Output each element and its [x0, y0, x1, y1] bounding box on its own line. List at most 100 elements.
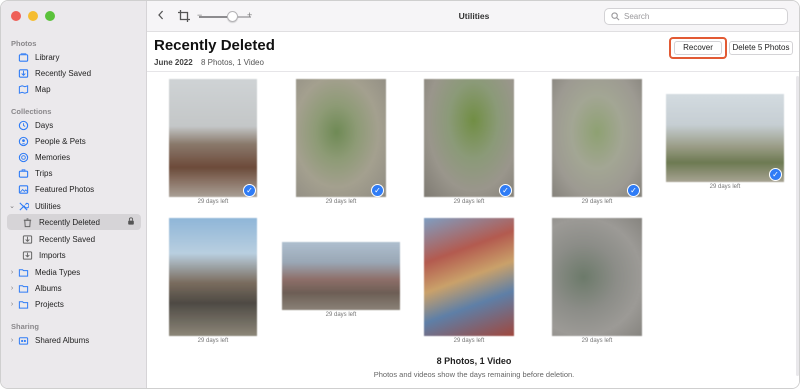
minimize-window-button[interactable] — [28, 11, 38, 21]
shared-albums-icon — [17, 334, 29, 346]
checkmark-icon[interactable]: ✓ — [371, 184, 384, 197]
sidebar-item-trips[interactable]: Trips — [7, 165, 141, 181]
photo-thumbnail — [169, 218, 257, 336]
chevron-right-icon[interactable]: › — [7, 301, 17, 308]
sidebar-item-label: Trips — [35, 168, 53, 178]
photo-tile[interactable]: ✓ 29 days left — [169, 79, 257, 205]
delete-photos-button[interactable]: Delete 5 Photos — [729, 41, 793, 55]
sidebar-item-label: Memories — [35, 152, 71, 162]
checkmark-icon[interactable]: ✓ — [769, 168, 782, 181]
footer-note: Photos and videos show the days remainin… — [373, 370, 575, 379]
imports-icon — [21, 249, 33, 261]
photo-thumbnail — [424, 218, 514, 336]
sidebar-item-label: Featured Photos — [35, 184, 95, 194]
search-input[interactable]: Search — [604, 8, 788, 25]
sidebar-item-albums[interactable]: › Albums — [7, 280, 141, 296]
sidebar-item-days[interactable]: Days — [7, 117, 141, 133]
sidebar-item-featured-photos[interactable]: Featured Photos — [7, 181, 141, 197]
photo-thumbnail — [552, 218, 642, 336]
days-left-label: 29 days left — [709, 184, 741, 190]
main-content: Recently Deleted June 2022 8 Photos, 1 V… — [147, 32, 799, 388]
memories-icon — [17, 151, 29, 163]
subtitle: June 2022 8 Photos, 1 Video — [154, 58, 264, 67]
toolbar: − + Utilities Search — [147, 1, 799, 32]
lock-icon — [127, 217, 135, 227]
days-left-label: 29 days left — [197, 199, 229, 205]
folder-icon — [17, 298, 29, 310]
scrollbar[interactable] — [796, 76, 799, 376]
photo-thumbnail — [169, 79, 257, 197]
days-left-label: 29 days left — [453, 338, 485, 344]
close-window-button[interactable] — [11, 11, 21, 21]
photo-tile[interactable]: ✓ 29 days left — [424, 79, 514, 205]
recover-button[interactable]: Recover — [674, 41, 722, 55]
sidebar-item-imports[interactable]: Imports — [7, 247, 141, 263]
library-icon — [17, 51, 29, 63]
people-icon — [17, 135, 29, 147]
photo-tile[interactable]: 29 days left — [169, 218, 257, 344]
days-left-label: 29 days left — [581, 338, 613, 344]
utilities-icon — [17, 200, 29, 212]
sidebar-item-library[interactable]: Library — [7, 49, 141, 65]
chevron-right-icon[interactable]: › — [7, 337, 17, 344]
chevron-right-icon[interactable]: › — [7, 285, 17, 292]
photo-thumbnail — [296, 79, 386, 197]
checkmark-icon[interactable]: ✓ — [499, 184, 512, 197]
photo-tile[interactable]: ✓ 29 days left — [552, 79, 642, 205]
sidebar-section-photos: Photos — [11, 39, 37, 48]
search-icon — [611, 12, 620, 21]
sidebar-item-shared-albums[interactable]: › Shared Albums — [7, 332, 141, 348]
folder-icon — [17, 282, 29, 294]
sidebar-item-label: Shared Albums — [35, 335, 90, 345]
sidebar-item-label: Library — [35, 52, 60, 62]
photo-tile[interactable]: 29 days left — [282, 242, 400, 322]
sidebar-item-recently-deleted[interactable]: Recently Deleted — [7, 214, 141, 230]
sidebar-item-memories[interactable]: Memories — [7, 149, 141, 165]
header-divider — [147, 71, 799, 72]
sidebar: Photos Library Recently Saved Map Collec… — [1, 1, 147, 388]
sidebar-item-utilities[interactable]: ⌄ Utilities — [7, 198, 141, 214]
sidebar-item-label: Media Types — [35, 267, 81, 277]
photo-thumbnail — [666, 94, 784, 182]
sidebar-item-label: Projects — [35, 299, 64, 309]
photo-tile[interactable]: ✓ 29 days left — [666, 94, 784, 194]
trips-icon — [17, 167, 29, 179]
search-placeholder: Search — [624, 12, 650, 21]
photo-tile[interactable]: ✓ 29 days left — [296, 79, 386, 205]
photo-tile[interactable]: 29 days left — [552, 218, 642, 344]
sidebar-item-recently-saved-util[interactable]: Recently Saved — [7, 231, 141, 247]
window-controls — [11, 11, 55, 21]
sidebar-item-map[interactable]: Map — [7, 81, 141, 97]
photo-thumbnail — [552, 79, 642, 197]
checkmark-icon[interactable]: ✓ — [243, 184, 256, 197]
photos-window: Photos Library Recently Saved Map Collec… — [0, 0, 800, 389]
page-title: Recently Deleted — [154, 37, 275, 54]
item-summary: 8 Photos, 1 Video — [200, 58, 264, 67]
photo-thumbnail — [424, 79, 514, 197]
footer-count: 8 Photos, 1 Video — [436, 356, 512, 366]
featured-photos-icon — [17, 183, 29, 195]
chevron-down-icon[interactable]: ⌄ — [7, 202, 17, 210]
sidebar-item-label: Utilities — [35, 201, 61, 211]
sidebar-item-label: Recently Saved — [39, 234, 96, 244]
map-icon — [17, 83, 29, 95]
folder-icon — [17, 266, 29, 278]
sidebar-item-media-types[interactable]: › Media Types — [7, 264, 141, 280]
sidebar-item-people-pets[interactable]: People & Pets — [7, 133, 141, 149]
recover-button-highlight: Recover — [669, 37, 727, 59]
chevron-right-icon[interactable]: › — [7, 269, 17, 276]
days-left-label: 29 days left — [325, 312, 357, 318]
sidebar-item-label: Imports — [39, 250, 66, 260]
days-left-label: 29 days left — [197, 338, 229, 344]
zoom-window-button[interactable] — [45, 11, 55, 21]
clock-icon — [17, 119, 29, 131]
sidebar-item-label: Recently Saved — [35, 68, 92, 78]
sidebar-item-projects[interactable]: › Projects — [7, 296, 141, 312]
days-left-label: 29 days left — [453, 199, 485, 205]
sidebar-section-collections: Collections — [11, 107, 52, 116]
days-left-label: 29 days left — [581, 199, 613, 205]
checkmark-icon[interactable]: ✓ — [627, 184, 640, 197]
photo-tile[interactable]: 29 days left — [424, 218, 514, 344]
trash-icon — [21, 216, 33, 228]
sidebar-item-recently-saved[interactable]: Recently Saved — [7, 65, 141, 81]
